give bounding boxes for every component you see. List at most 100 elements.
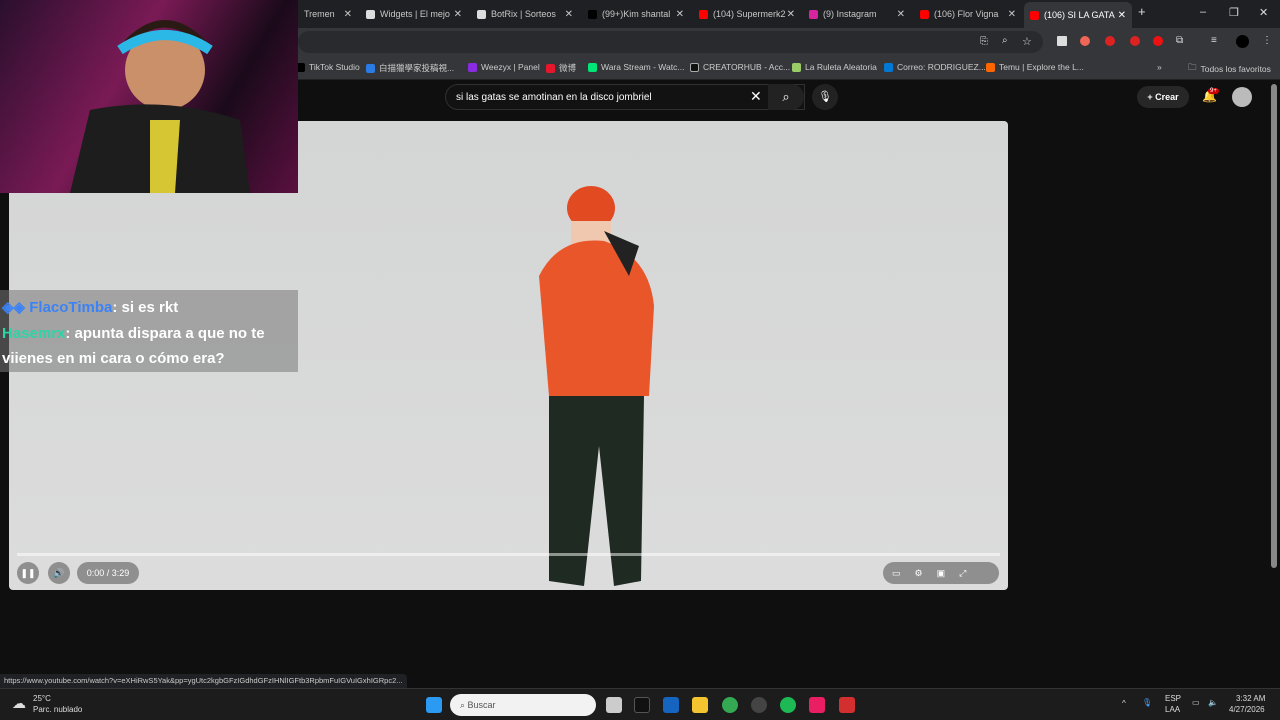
- tab-favicon: [366, 9, 375, 19]
- weather-temp[interactable]: 25°C: [33, 694, 51, 703]
- close-tab-icon[interactable]: ✕: [897, 9, 905, 20]
- tab[interactable]: (9) Instagram ✕: [803, 4, 911, 24]
- app-v-icon[interactable]: [663, 697, 679, 713]
- app-icon[interactable]: [839, 697, 855, 713]
- video-frame-dancer: [539, 186, 654, 586]
- close-tab-icon[interactable]: ✕: [1118, 10, 1126, 21]
- youtube-icon: [920, 9, 929, 19]
- bookmark[interactable]: 微博: [546, 62, 576, 74]
- tiktok-icon: [588, 9, 597, 19]
- pause-button[interactable]: ❚❚: [17, 562, 39, 584]
- youtube-icon: [1030, 10, 1039, 20]
- extension-icon[interactable]: [1130, 36, 1140, 46]
- windows-taskbar: ☁ 25°C Parc. nublado ⌕ Buscar ^ 🎙 ESP LA…: [0, 688, 1280, 720]
- task-view-icon[interactable]: [606, 697, 622, 713]
- time-display: 0:00 / 3:29: [77, 562, 139, 584]
- tab-favicon: [477, 9, 486, 19]
- close-tab-icon[interactable]: ✕: [1008, 9, 1016, 20]
- close-tab-icon[interactable]: ✕: [454, 9, 462, 20]
- new-tab-button[interactable]: +: [1138, 4, 1146, 19]
- tiktok-live-icon[interactable]: [809, 697, 825, 713]
- tab[interactable]: BotRix | Sorteos ✕: [471, 4, 579, 24]
- minimize-button[interactable]: –: [1200, 6, 1206, 18]
- streamer-image: [70, 20, 250, 193]
- more-bookmarks-button[interactable]: »: [1157, 62, 1162, 72]
- obs-icon[interactable]: [751, 697, 767, 713]
- tab-active[interactable]: (106) SI LA GATA ✕: [1024, 2, 1132, 28]
- close-tab-icon[interactable]: ✕: [565, 9, 573, 20]
- subtitles-icon[interactable]: ▭: [892, 568, 915, 578]
- bookmark[interactable]: TikTok Studio: [296, 62, 360, 72]
- tab[interactable]: Widgets | El mejo ✕: [360, 4, 468, 24]
- chat-message: ◈◈ FlacoTimba: si es rkt: [2, 299, 179, 316]
- star-icon[interactable]: ☆: [1022, 35, 1032, 48]
- microphone-tray-icon[interactable]: 🎙: [1142, 698, 1152, 707]
- progress-bar[interactable]: [17, 553, 1000, 556]
- folder-icon: 🗀: [1188, 62, 1197, 72]
- close-tab-icon[interactable]: ✕: [344, 9, 352, 20]
- search-button[interactable]: ⌕: [768, 84, 804, 110]
- clock-date[interactable]: 4/27/2026: [1229, 705, 1265, 714]
- weather-desc[interactable]: Parc. nublado: [33, 705, 82, 714]
- status-url: https://www.youtube.com/watch?v=eXHiRwS5…: [0, 674, 407, 688]
- language-indicator[interactable]: ESP: [1165, 694, 1181, 703]
- close-window-button[interactable]: ✕: [1259, 6, 1268, 19]
- extension-icon[interactable]: [1080, 36, 1090, 46]
- tab[interactable]: (99+)Kim shantal ✕: [582, 4, 690, 24]
- close-tab-icon[interactable]: ✕: [676, 9, 684, 20]
- search-icon: ⌕: [782, 89, 790, 104]
- bookmark[interactable]: La Ruleta Aleatoria: [792, 62, 877, 72]
- settings-icon[interactable]: ⚙: [915, 568, 937, 578]
- menu-icon[interactable]: ⋮: [1262, 35, 1272, 46]
- bookmark[interactable]: Correo: RODRIGUEZ...: [884, 62, 986, 72]
- voice-search-button[interactable]: 🎙: [812, 84, 838, 110]
- all-bookmarks-button[interactable]: 🗀 Todos los favoritos: [1188, 62, 1271, 76]
- scrollbar[interactable]: [1271, 84, 1277, 568]
- extension-icon[interactable]: [1105, 36, 1115, 46]
- youtube-icon: [699, 9, 708, 19]
- bookmark[interactable]: CREATORHUB - Acc...: [690, 62, 790, 72]
- zoom-icon[interactable]: ⌕: [1002, 35, 1008, 46]
- volume-icon[interactable]: 🔈: [1208, 698, 1218, 707]
- install-icon[interactable]: ⎘: [980, 36, 988, 47]
- profile-avatar[interactable]: [1236, 35, 1249, 48]
- clock-time[interactable]: 3:32 AM: [1236, 694, 1265, 703]
- extension-icon[interactable]: [1153, 36, 1163, 46]
- tab[interactable]: (106) Flor Vigna ✕: [914, 4, 1022, 24]
- chat-message: Hasemrx: apunta dispara a que no te viie…: [2, 325, 265, 367]
- stream-chat-overlay: ◈◈ FlacoTimba: si es rkt Hasemrx: apunta…: [0, 290, 298, 372]
- clear-search-icon[interactable]: ✕: [750, 88, 762, 105]
- chat-badge-icons: ◈◈: [2, 299, 30, 316]
- tab[interactable]: Tremen ✕: [298, 4, 358, 24]
- media-icon[interactable]: ≡: [1211, 35, 1217, 46]
- bookmark[interactable]: 白描獵學家投稿視...: [366, 62, 454, 74]
- file-explorer-icon[interactable]: [692, 697, 708, 713]
- weather-icon[interactable]: ☁: [12, 695, 26, 712]
- address-bar[interactable]: [298, 31, 1043, 53]
- close-tab-icon[interactable]: ✕: [787, 9, 795, 20]
- bookmark[interactable]: Wara Stream - Watc...: [588, 62, 684, 72]
- chrome-icon[interactable]: [722, 697, 738, 713]
- instagram-icon: [809, 9, 818, 19]
- spotify-icon[interactable]: [780, 697, 796, 713]
- bookmark[interactable]: Weezyx | Panel: [468, 62, 540, 72]
- fullscreen-icon[interactable]: ⤢: [959, 568, 980, 578]
- volume-button[interactable]: 🔊: [48, 562, 70, 584]
- puzzle-icon[interactable]: ⧉: [1176, 35, 1183, 46]
- notification-badge: 9+: [1208, 88, 1219, 94]
- miniplayer-icon[interactable]: ▣: [937, 568, 960, 578]
- microphone-icon: 🎙: [818, 91, 832, 103]
- maximize-button[interactable]: ❐: [1229, 6, 1239, 19]
- taskbar-search[interactable]: ⌕ Buscar: [450, 694, 596, 716]
- tray-chevron-icon[interactable]: ^: [1122, 699, 1126, 708]
- account-avatar[interactable]: [1232, 87, 1252, 107]
- extension-icon[interactable]: [1057, 36, 1067, 46]
- app-m-icon[interactable]: [634, 697, 650, 713]
- player-right-controls: ▭⚙▣⤢: [883, 562, 999, 584]
- network-icon[interactable]: ▭: [1192, 698, 1200, 707]
- bookmark[interactable]: Temu | Explore the L...: [986, 62, 1084, 72]
- streamer-webcam-overlay: [0, 0, 298, 193]
- tab[interactable]: (104) Supermerk2 ✕: [693, 4, 801, 24]
- create-button[interactable]: + Crear: [1137, 86, 1189, 108]
- windows-start-icon[interactable]: [426, 697, 442, 713]
